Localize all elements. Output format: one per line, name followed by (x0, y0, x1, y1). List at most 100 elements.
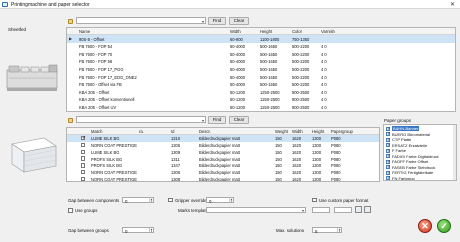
row-checkbox[interactable] (81, 156, 86, 161)
table-row[interactable]: LUME SILK BG 1309 Bilderdruckpapier matt 15… (67, 149, 379, 156)
table-row[interactable]: KBA 205 - Offset konventionell 50-1200 125… (67, 96, 455, 104)
cell-height: 1300 (312, 142, 322, 148)
gripper-override-value: 0 (209, 198, 212, 204)
rotate-icon[interactable] (364, 206, 371, 213)
table-row[interactable]: ▶ 90S-8 - Offset 60-900 1100-1800 750-1350 (67, 35, 455, 43)
col-width[interactable]: Width (230, 29, 241, 34)
close-icon[interactable]: ✕ (450, 1, 455, 8)
table-row[interactable]: LUME SILK BG 1310 Bilderdruckpapier matt 15… (67, 135, 379, 142)
cell-name: FB 7600 - FOP 17_PGG (79, 66, 124, 72)
row-checkbox[interactable] (81, 170, 86, 175)
table-row[interactable]: NORN COAT PRESTIGE 1306 Bilderdruckpapier … (67, 142, 379, 149)
chevron-down-icon: ▾ (301, 208, 304, 213)
table-row[interactable]: KBA 205 - Offset 50-1200 1250-2500 900-2500… (67, 88, 455, 96)
table-row[interactable]: NORN COAT PRESTIGE 1308 Bilderdruckpapier … (67, 176, 379, 182)
table-row[interactable]: PROFS SILK BG 1347 Bilderdruckpapier matt 1… (67, 162, 379, 169)
spinner-icon[interactable]: ▴ ▾ (149, 198, 153, 203)
paper-group-checkbox[interactable] (386, 126, 391, 132)
gap-components-input[interactable]: 0 ▴ ▾ (122, 197, 154, 204)
paper-group-checkbox[interactable] (386, 153, 391, 159)
paper-table: Match ra. Id Descr. Weight Width Height … (66, 127, 380, 182)
col-descr[interactable]: Descr. (199, 129, 211, 134)
paper-group-checkbox[interactable] (386, 131, 391, 137)
cell-varnish: 4 0 (321, 97, 327, 103)
table-row[interactable]: FB 7600 - FOP 17_EDG_ONE2 50-4000 500-1650… (67, 73, 455, 81)
cell-height: 1300 (312, 149, 322, 155)
machine-clear-button[interactable]: Clear (229, 16, 249, 25)
ok-button[interactable]: ✓ (437, 219, 451, 233)
col-weight[interactable]: Weight (275, 129, 288, 134)
cell-weight: 150 (275, 170, 282, 176)
cell-varnish: 4 0 (321, 104, 327, 110)
paper-group-checkbox[interactable] (386, 137, 391, 143)
col-color[interactable]: Color (292, 29, 302, 34)
marks-template-combo[interactable]: ▾ (206, 207, 306, 213)
row-checkbox[interactable] (81, 176, 86, 181)
paper-group-checkbox[interactable] (386, 170, 391, 176)
gap-groups-input[interactable]: 0 ▴ ▾ (122, 227, 154, 234)
cell-color: 500-2200 (292, 82, 310, 88)
paper-group-label: FERTIG Fertigfabrikate (392, 170, 434, 175)
table-row[interactable]: KBA 205 - Offset UV 50-1200 1250-2500 900-2… (67, 103, 455, 111)
paper-group-checkbox[interactable] (386, 175, 391, 180)
table-row[interactable]: FB 7600 - FOP 17_PGG 50-4000 500-1650 500-2… (67, 65, 455, 73)
table-row[interactable]: FB 7600 - Offset via FB 50-4000 500-1650 50… (67, 81, 455, 89)
table-row[interactable]: FB 7600 - FOP 70 50-4000 500-1650 500-2200 4… (67, 50, 455, 58)
col-height[interactable]: Height (260, 29, 272, 34)
paper-group-checkbox[interactable] (386, 159, 391, 165)
use-groups-checkbox[interactable] (68, 208, 73, 213)
paper-group-checkbox[interactable] (386, 148, 391, 154)
col-match[interactable]: Match (91, 129, 102, 134)
use-groups-label: Use groups (75, 208, 98, 213)
table-row[interactable]: FB 7600 - FOP 58 50-4000 500-1650 500-2200 4… (67, 58, 455, 66)
gripper-override-checkbox[interactable] (168, 197, 173, 202)
col-height[interactable]: Height (312, 129, 324, 134)
spinner-icon[interactable]: ▴ ▾ (337, 228, 341, 233)
custom-height-input[interactable] (334, 207, 352, 213)
table-row[interactable]: NORN COAT PRESTIGE 1306 Bilderdruckpapier … (67, 169, 379, 176)
col-width[interactable]: Width (292, 129, 303, 134)
cell-match: PROFS SILK BG (91, 156, 123, 162)
col-ra[interactable]: ra. (139, 129, 144, 134)
cancel-button[interactable]: ✕ (418, 219, 432, 233)
col-id[interactable]: Id (171, 129, 175, 134)
cell-height: 1300 (312, 170, 322, 176)
cell-weight: 150 (275, 149, 282, 155)
paper-find-button[interactable]: Find (208, 115, 226, 124)
cell-group: P080 (331, 176, 341, 182)
cell-color: 500-2200 (292, 44, 310, 50)
row-checkbox[interactable] (81, 149, 86, 154)
col-name[interactable]: Name (79, 29, 90, 34)
paper-group-checkbox[interactable] (386, 164, 391, 170)
cell-descr: Bilderdruckpapier matt (199, 149, 240, 155)
sheetfed-label: Sheetfed (8, 27, 27, 32)
cell-varnish: 4 0 (321, 89, 327, 95)
table-row[interactable]: FB 7600 - FOP 54 50-4000 500-1650 500-2200 4… (67, 43, 455, 51)
spinner-icon[interactable]: ▴ ▾ (149, 228, 153, 233)
swap-icon[interactable] (355, 206, 362, 213)
paper-clear-button[interactable]: Clear (229, 115, 249, 124)
cell-height: 500-1650 (260, 44, 278, 50)
filter-icon[interactable] (68, 118, 73, 123)
row-checkbox[interactable] (81, 163, 86, 168)
filter-icon[interactable] (68, 19, 73, 24)
col-papergroup[interactable]: Papergroup (331, 129, 353, 134)
custom-width-input[interactable] (312, 207, 330, 213)
paper-groups-scrollbar[interactable] (453, 125, 456, 180)
custom-paper-format-checkbox[interactable] (312, 197, 317, 202)
gripper-override-input[interactable]: 0 ▴ ▾ (206, 197, 234, 204)
cell-name: KBA 205 - Offset konventionell (79, 97, 135, 103)
spinner-icon[interactable]: ▴ ▾ (229, 198, 233, 203)
cell-id: 1306 (171, 142, 181, 148)
row-checkbox[interactable] (81, 142, 86, 148)
cell-descr: Bilderdruckpapier matt (199, 170, 240, 176)
max-solutions-input[interactable]: 5 ▴ ▾ (312, 227, 342, 234)
row-checkbox[interactable] (81, 135, 87, 141)
table-row[interactable]: PROFS SILK BG 1311 Bilderdruckpapier matt 1… (67, 155, 379, 162)
cell-group: P080 (331, 170, 341, 176)
paper-group-checkbox[interactable] (386, 142, 391, 148)
paper-filter-combo[interactable]: ▾ (76, 116, 206, 123)
machine-filter-combo[interactable]: ▾ (76, 17, 206, 24)
machine-find-button[interactable]: Find (208, 16, 226, 25)
col-varnish[interactable]: Varnish (321, 29, 335, 34)
